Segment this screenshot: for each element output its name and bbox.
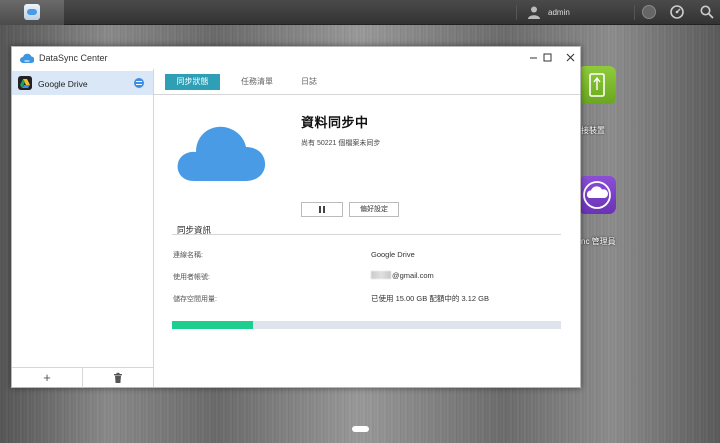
footer-divider (82, 368, 83, 388)
sync-manager-app-icon[interactable] (578, 176, 616, 214)
storage-usage-value: 已使用 15.00 GB 配額中的 3.12 GB (371, 294, 489, 303)
user-account-value: @gmail.com (371, 271, 434, 280)
taskbar-divider (516, 5, 517, 20)
syncing-status-icon (134, 78, 144, 88)
taskbar-app-datasync[interactable] (0, 0, 64, 25)
sync-status-title: 資料同步中 (301, 115, 369, 130)
tab-bar: 同步狀態 任務清單 日誌 (154, 69, 580, 95)
user-name[interactable]: admin (548, 8, 570, 17)
window-title: DataSync Center (39, 53, 108, 63)
redacted-username (371, 271, 391, 279)
window-titlebar[interactable]: DataSync Center (12, 47, 580, 69)
desktop-label: nc 管理員 (581, 237, 616, 246)
info-label: 使用者帳號: (173, 274, 210, 281)
info-label: 連線名稱: (173, 252, 203, 259)
tab-sync-status[interactable]: 同步狀態 (165, 74, 220, 90)
cloud-sync-icon (583, 181, 611, 209)
search-icon[interactable] (699, 4, 715, 20)
notification-icon[interactable] (642, 5, 656, 19)
connection-name-value: Google Drive (371, 250, 415, 259)
pause-button[interactable] (301, 202, 343, 217)
unsynced-count: 尚有 50221 個檔案未同步 (301, 140, 381, 147)
datasync-logo-icon (20, 53, 34, 64)
taskbar-divider (634, 5, 635, 20)
status-dial-icon[interactable] (669, 4, 685, 20)
storage-progress-fill (172, 321, 253, 329)
storage-progress-bar (172, 321, 561, 329)
sidebar: Google Drive + (12, 69, 154, 388)
sidebar-item-label: Google Drive (38, 79, 88, 89)
taskbar: admin (0, 0, 720, 25)
tab-task-list[interactable]: 任務清單 (232, 74, 282, 90)
desktop-label: 接裝置 (581, 126, 605, 135)
close-icon[interactable] (564, 51, 577, 64)
email-domain: @gmail.com (392, 271, 434, 280)
sidebar-footer: + (12, 367, 153, 388)
dock-handle[interactable] (352, 426, 369, 432)
user-icon[interactable] (527, 5, 541, 19)
external-device-app-icon[interactable] (578, 66, 616, 104)
app-datasync-icon (24, 4, 40, 20)
datasync-window: DataSync Center Google Drive + 同步狀態 任務清單… (11, 46, 581, 388)
trash-icon[interactable] (112, 372, 124, 384)
cloud-icon (177, 126, 266, 181)
google-drive-icon (18, 76, 32, 90)
tab-log[interactable]: 日誌 (294, 74, 324, 90)
minimize-icon[interactable] (527, 51, 540, 64)
maximize-icon[interactable] (541, 51, 554, 64)
add-connection-button[interactable]: + (40, 371, 54, 385)
usb-icon (589, 73, 605, 97)
info-label: 儲存空間用量: (173, 296, 217, 303)
preferences-button[interactable]: 偏好設定 (349, 202, 399, 217)
pause-icon (319, 206, 325, 213)
section-divider (172, 234, 561, 235)
sidebar-item-google-drive[interactable]: Google Drive (12, 71, 153, 95)
